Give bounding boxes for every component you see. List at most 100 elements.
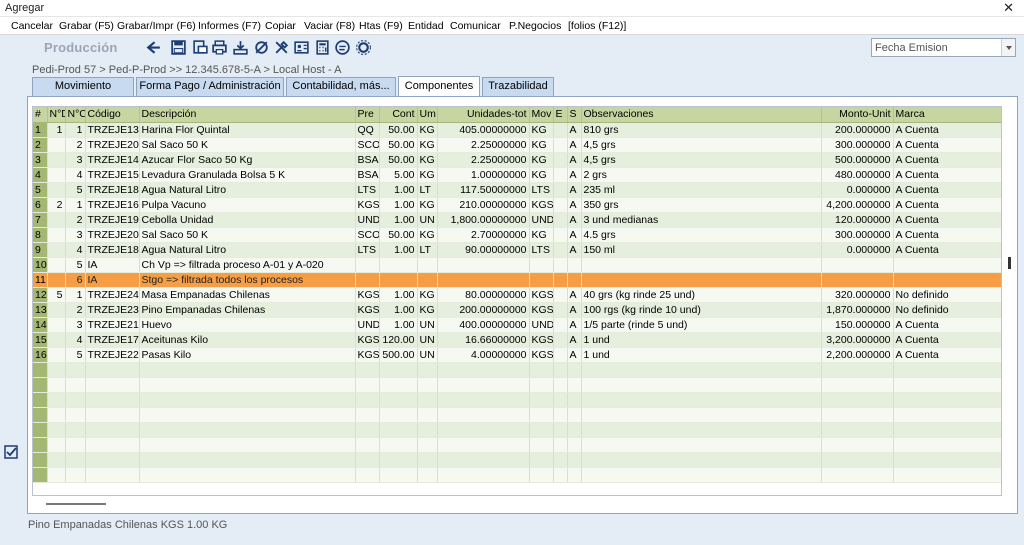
table-cell[interactable] (567, 407, 582, 423)
table-cell[interactable] (47, 377, 66, 393)
table-cell[interactable]: UND (529, 317, 554, 333)
table-cell[interactable]: SCO (355, 227, 380, 243)
table-cell[interactable]: 1 und (581, 347, 822, 363)
table-cell[interactable]: 10 (33, 257, 48, 273)
column-header[interactable]: Descripción (139, 107, 356, 123)
empty-row[interactable] (33, 407, 1001, 423)
table-cell[interactable] (379, 392, 418, 408)
table-cell[interactable]: BSA (355, 152, 380, 168)
table-cell[interactable]: Sal Saco 50 K (139, 137, 356, 153)
table-cell[interactable]: 1 (65, 122, 86, 138)
table-cell[interactable] (567, 362, 582, 378)
table-cell[interactable]: 2 grs (581, 167, 822, 183)
table-cell[interactable] (553, 422, 568, 438)
column-header[interactable]: Monto-Unit (821, 107, 894, 123)
menu-grabar[interactable]: Grabar (F5) (59, 20, 114, 32)
table-cell[interactable]: Pulpa Vacuno (139, 197, 356, 213)
table-cell[interactable]: UN (417, 212, 438, 228)
table-cell[interactable] (529, 377, 554, 393)
table-cell[interactable]: TRZEJE21 (85, 317, 140, 333)
table-cell[interactable]: KGS (529, 347, 554, 363)
table-cell[interactable] (379, 407, 418, 423)
print-preview-icon[interactable] (192, 39, 209, 56)
table-cell[interactable]: LT (417, 242, 438, 258)
table-cell[interactable]: A (567, 182, 582, 198)
table-cell[interactable]: A Cuenta (893, 317, 1001, 333)
table-row[interactable]: 8 3 TRZEJE20 Sal Saco 50 K SCO 50.00 KG 2.70000… (33, 227, 1001, 243)
table-cell[interactable] (85, 437, 140, 453)
table-row[interactable]: 3 3 TRZEJE14 Azucar Flor Saco 50 Kg BSA 50.00… (33, 152, 1001, 168)
table-cell[interactable]: 7 (33, 212, 48, 228)
table-cell[interactable]: 2 (33, 137, 48, 153)
table-cell[interactable] (355, 392, 380, 408)
table-cell[interactable]: Stgo => filtrada todos los procesos (139, 272, 356, 288)
table-cell[interactable]: 1 (47, 122, 66, 138)
vertical-scrollbar-thumb[interactable] (1008, 257, 1011, 269)
table-cell[interactable]: 2 (47, 197, 66, 213)
table-cell[interactable]: 1,800.00000000 (437, 212, 530, 228)
table-cell[interactable] (893, 257, 1001, 273)
table-row[interactable]: 15 4 TRZEJE17 Aceitunas Kilo KGS 120.00 UN 16.6… (33, 332, 1001, 348)
table-cell[interactable]: Levadura Granulada Bolsa 5 K (139, 167, 356, 183)
table-cell[interactable] (355, 452, 380, 468)
table-cell[interactable]: A (567, 137, 582, 153)
table-cell[interactable]: 16 (33, 347, 48, 363)
table-cell[interactable]: 100 rgs (kg rinde 10 und) (581, 302, 822, 318)
table-cell[interactable]: KG (417, 152, 438, 168)
table-cell[interactable]: A (567, 212, 582, 228)
table-cell[interactable] (85, 362, 140, 378)
table-cell[interactable]: A (567, 347, 582, 363)
table-cell[interactable] (379, 422, 418, 438)
table-cell[interactable] (821, 407, 894, 423)
table-cell[interactable] (553, 377, 568, 393)
table-cell[interactable]: 117.50000000 (437, 182, 530, 198)
table-cell[interactable] (33, 392, 48, 408)
table-row[interactable]: 10 5 IA Ch Vp => filtrada proceso A-01 y A-… (33, 257, 1001, 273)
column-header[interactable]: Código (85, 107, 140, 123)
table-cell[interactable] (355, 422, 380, 438)
table-cell[interactable]: A Cuenta (893, 197, 1001, 213)
table-cell[interactable] (821, 467, 894, 483)
table-cell[interactable] (47, 137, 66, 153)
table-cell[interactable]: A (567, 197, 582, 213)
table-cell[interactable] (139, 377, 356, 393)
table-cell[interactable]: KG (417, 302, 438, 318)
menu-pnegocios[interactable]: P.Negocios (509, 20, 561, 32)
table-cell[interactable] (893, 407, 1001, 423)
table-cell[interactable]: 1.00 (379, 242, 418, 258)
card-icon[interactable] (293, 39, 310, 56)
table-cell[interactable] (893, 422, 1001, 438)
table-cell[interactable]: 11 (33, 272, 48, 288)
back-arrow-icon[interactable] (145, 39, 162, 56)
table-cell[interactable]: A (567, 317, 582, 333)
table-cell[interactable] (581, 467, 822, 483)
menu-grabar-impr[interactable]: Grabar/Impr (F6) (117, 20, 196, 32)
column-header[interactable]: Mov (529, 107, 554, 123)
column-header[interactable]: N°C (65, 107, 86, 123)
table-cell[interactable]: A (567, 122, 582, 138)
table-cell[interactable]: No definido (893, 287, 1001, 303)
table-cell[interactable]: 3 (65, 317, 86, 333)
table-cell[interactable] (355, 467, 380, 483)
table-cell[interactable] (893, 467, 1001, 483)
save-icon[interactable] (170, 39, 187, 56)
table-cell[interactable]: LT (417, 182, 438, 198)
table-cell[interactable] (379, 437, 418, 453)
menu-copiar[interactable]: Copiar (265, 20, 296, 32)
table-cell[interactable] (553, 212, 568, 228)
table-cell[interactable]: A Cuenta (893, 152, 1001, 168)
table-cell[interactable]: TRZEJE14 (85, 152, 140, 168)
table-cell[interactable] (47, 302, 66, 318)
table-cell[interactable]: 50.00 (379, 137, 418, 153)
table-cell[interactable]: KG (529, 227, 554, 243)
table-cell[interactable] (581, 272, 822, 288)
table-cell[interactable]: LTS (355, 182, 380, 198)
table-cell[interactable] (47, 272, 66, 288)
column-header[interactable]: Um (417, 107, 438, 123)
table-cell[interactable] (581, 437, 822, 453)
table-cell[interactable]: LTS (355, 242, 380, 258)
table-cell[interactable]: KGS (529, 302, 554, 318)
table-cell[interactable] (65, 467, 86, 483)
table-cell[interactable] (417, 407, 438, 423)
table-cell[interactable] (567, 422, 582, 438)
